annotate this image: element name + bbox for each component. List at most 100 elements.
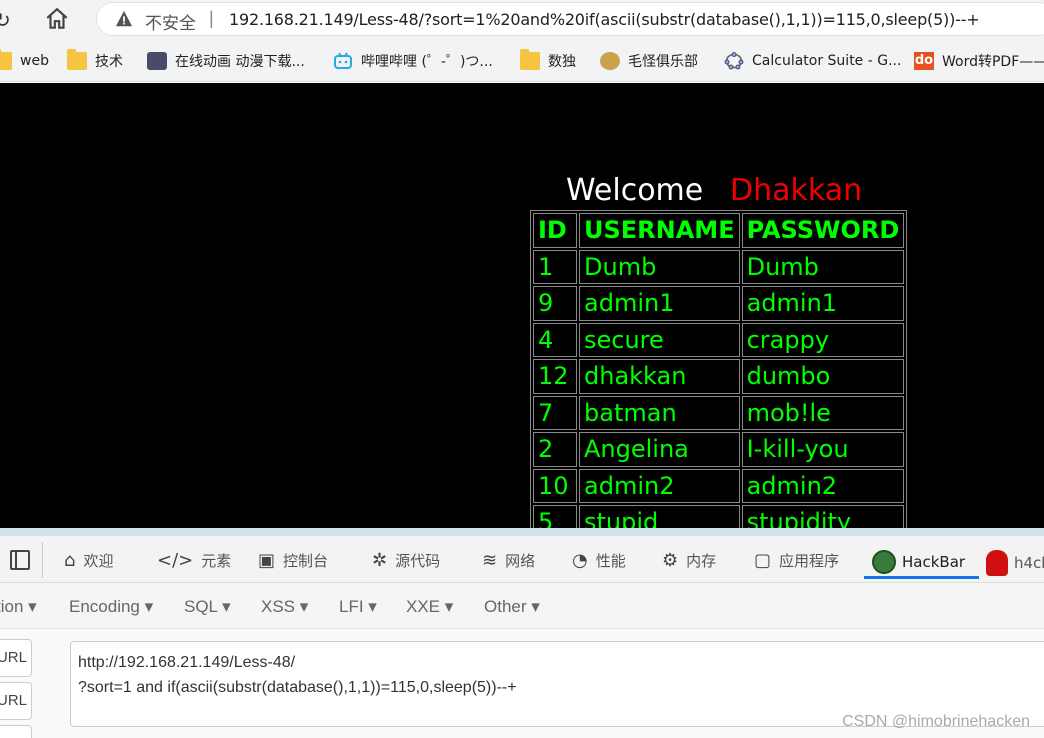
menu-label: tion	[0, 597, 24, 616]
chip-icon: ⚙	[662, 550, 679, 571]
cell-password: dumbo	[741, 359, 905, 394]
bookmark-label: 数独	[548, 54, 576, 70]
cell-password: mob!le	[741, 395, 905, 430]
watermark: CSDN @himobrinehacken	[842, 713, 1030, 730]
anime-site-icon	[147, 52, 167, 70]
tab-label: 内存	[686, 552, 717, 570]
table-row: 10 admin2 admin2	[533, 468, 905, 503]
tab-welcome[interactable]: ⌂ 欢迎	[64, 550, 113, 571]
cell-username: Angelina	[579, 432, 740, 467]
tab-h4ck[interactable]: h4ck	[986, 550, 1044, 576]
tab-sources[interactable]: ✲ 源代码	[372, 550, 440, 571]
bookmark-anime[interactable]: 在线动画 动漫下载...	[147, 51, 305, 71]
cell-password: stupidity	[741, 505, 905, 528]
menu-xxe[interactable]: XXE ▾	[406, 597, 453, 617]
bilibili-icon	[334, 52, 352, 69]
bookmark-label: Word转PDF——	[942, 54, 1044, 70]
execute-button[interactable]	[0, 725, 32, 738]
omnibox[interactable]: 不安全 | 192.168.21.149/Less-48/?sort=1%20a…	[96, 2, 1044, 36]
split-url-button[interactable]: t URL	[0, 682, 32, 720]
tab-label: 欢迎	[83, 552, 114, 570]
cell-username: secure	[579, 322, 740, 357]
menu-lfi[interactable]: LFI ▾	[339, 597, 377, 617]
tab-network[interactable]: ≋ 网络	[482, 550, 535, 571]
insecure-label[interactable]: 不安全	[145, 9, 196, 34]
tab-label: 性能	[595, 552, 626, 570]
cell-username: admin1	[579, 286, 740, 321]
wifi-icon: ≋	[482, 550, 498, 571]
bookmark-tech[interactable]: 技术	[67, 49, 123, 71]
users-table: ID USERNAME PASSWORD 1 Dumb Dumb 9 admin1 ad…	[530, 210, 908, 528]
menu-encoding[interactable]: Encoding ▾	[69, 597, 153, 617]
tab-console[interactable]: ▣ 控制台	[258, 550, 328, 571]
tab-hackbar[interactable]: HackBar	[872, 550, 965, 574]
bookmarks-bar: web 技术 在线动画 动漫下载... 哔哩哔哩 (゜-゜)つ... 数独 毛怪…	[0, 40, 1044, 82]
menu-label: LFI	[339, 597, 364, 616]
cell-id: 7	[533, 395, 577, 430]
menu-other[interactable]: Other ▾	[484, 597, 540, 617]
cell-username: dhakkan	[579, 359, 740, 394]
bookmark-label: 技术	[95, 54, 123, 70]
tab-label: 网络	[505, 552, 536, 570]
user-name: Dhakkan	[730, 173, 863, 208]
menu-sql[interactable]: SQL ▾	[184, 597, 231, 617]
bookmark-bilibili[interactable]: 哔哩哔哩 (゜-゜)つ...	[333, 51, 493, 71]
load-url-button[interactable]: d URL	[0, 639, 32, 677]
bookmark-club[interactable]: 毛怪俱乐部	[600, 51, 698, 71]
menu-label: Encoding	[69, 597, 140, 616]
do-icon: do	[914, 52, 934, 70]
home-icon[interactable]	[44, 6, 70, 32]
warning-icon[interactable]	[115, 10, 133, 28]
table-row: 4 secure crappy	[533, 322, 905, 357]
divider	[42, 542, 43, 578]
omnibox-separator: |	[209, 8, 214, 28]
table-row: 2 Angelina I-kill-you	[533, 432, 905, 467]
reload-icon[interactable]: ↻	[0, 8, 11, 33]
cell-id: 4	[533, 322, 577, 357]
url-text[interactable]: 192.168.21.149/Less-48/?sort=1%20and%20i…	[229, 10, 980, 29]
menu-label: SQL	[184, 597, 218, 616]
folder-icon	[0, 49, 12, 70]
menu-xss[interactable]: XSS ▾	[261, 597, 308, 617]
table-row: 7 batman mob!le	[533, 395, 905, 430]
cell-username: Dumb	[579, 249, 740, 284]
hackbar-menu: tion ▾ Encoding ▾ SQL ▾ XSS ▾ LFI ▾ XXE …	[0, 582, 1044, 628]
club-icon	[600, 52, 620, 70]
window-icon: ▢	[754, 550, 772, 571]
tab-application[interactable]: ▢ 应用程序	[754, 550, 839, 571]
cell-id: 2	[533, 432, 577, 467]
cell-password: crappy	[741, 322, 905, 357]
active-tab-indicator	[864, 576, 979, 579]
bookmark-word-pdf[interactable]: do Word转PDF——	[914, 51, 1044, 71]
cell-id: 12	[533, 359, 577, 394]
tab-memory[interactable]: ⚙ 内存	[662, 550, 716, 571]
table-row: 12 dhakkan dumbo	[533, 359, 905, 394]
tab-elements[interactable]: </> 元素	[157, 550, 231, 571]
hackbar-body: d URL t URL http://192.168.21.149/Less-4…	[0, 628, 1044, 738]
tab-label: 源代码	[395, 552, 441, 570]
bug-icon: ✲	[372, 550, 388, 571]
menu-label: XSS	[261, 597, 296, 616]
page-content: Welcome Dhakkan ID USERNAME PASSWORD 1 Du…	[0, 83, 1044, 528]
bookmark-label: 在线动画 动漫下载...	[175, 54, 305, 70]
cell-id: 10	[533, 468, 577, 503]
tab-label: 控制台	[283, 552, 329, 570]
bookmark-web[interactable]: web	[0, 49, 49, 71]
dock-side-icon[interactable]	[10, 550, 30, 570]
home-icon: ⌂	[64, 550, 76, 571]
table-header-row: ID USERNAME PASSWORD	[533, 213, 905, 248]
table-row: 5 stupid stupidity	[533, 505, 905, 528]
menu-action[interactable]: tion ▾	[0, 597, 37, 617]
bookmark-calculator[interactable]: Calculator Suite - G...	[724, 51, 901, 71]
console-icon: ▣	[258, 550, 276, 571]
geogebra-icon	[724, 52, 744, 70]
column-header-username: USERNAME	[579, 213, 740, 248]
bookmark-label: 毛怪俱乐部	[628, 54, 698, 70]
tab-performance[interactable]: ◔ 性能	[572, 550, 626, 571]
folder-icon	[520, 49, 540, 70]
among-us-icon	[986, 550, 1008, 576]
tab-label: 应用程序	[779, 552, 840, 570]
cell-password: I-kill-you	[741, 432, 905, 467]
cell-password: Dumb	[741, 249, 905, 284]
bookmark-sudoku[interactable]: 数独	[520, 49, 576, 71]
